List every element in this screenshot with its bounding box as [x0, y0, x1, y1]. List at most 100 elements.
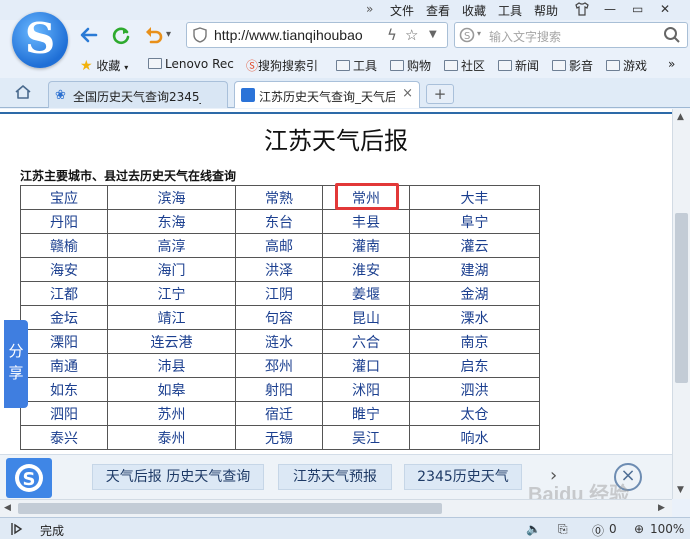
lightning-icon[interactable]: ϟ — [387, 26, 397, 44]
favorite-star-icon[interactable]: ☆ — [405, 26, 418, 44]
menu-view[interactable]: 查看 — [426, 2, 450, 19]
browser-logo-icon[interactable]: S — [12, 12, 68, 68]
horizontal-scrollbar[interactable]: ◀ ▶ — [0, 499, 672, 517]
menu-tools[interactable]: 工具 — [498, 2, 522, 19]
city-link[interactable]: 如东 — [20, 377, 108, 402]
address-bar[interactable]: http://www.tianqihoubao ϟ ☆ ▼ — [186, 22, 448, 48]
city-link[interactable]: 江宁 — [107, 281, 236, 306]
home-icon[interactable] — [14, 83, 32, 101]
city-link[interactable]: 赣榆 — [20, 233, 108, 258]
vertical-scrollbar[interactable]: ▲ ▼ — [672, 109, 690, 499]
city-link[interactable]: 大丰 — [409, 185, 540, 210]
scrollbar-thumb[interactable] — [18, 503, 442, 514]
city-link[interactable]: 常熟 — [235, 185, 323, 210]
city-link[interactable]: 宝应 — [20, 185, 108, 210]
scrollbar-thumb[interactable] — [675, 213, 688, 383]
city-link[interactable]: 金坛 — [20, 305, 108, 330]
city-link[interactable]: 泰州 — [107, 425, 236, 450]
bookmark-lenovo[interactable]: Lenovo Rec — [148, 57, 234, 71]
scroll-up-icon[interactable]: ▲ — [677, 112, 684, 122]
refresh-icon[interactable] — [110, 24, 132, 46]
city-link[interactable]: 丰县 — [322, 209, 410, 234]
city-link[interactable]: 苏州 — [107, 401, 236, 426]
city-link[interactable]: 沛县 — [107, 353, 236, 378]
city-link[interactable]: 吴江 — [322, 425, 410, 450]
url-text[interactable]: http://www.tianqihoubao — [214, 27, 382, 43]
city-link[interactable]: 泗洪 — [409, 377, 540, 402]
city-link[interactable]: 涟水 — [235, 329, 323, 354]
bookmark-favorites[interactable]: ★ 收藏 ▾ — [80, 57, 128, 74]
search-engine-icon[interactable]: S — [459, 27, 477, 43]
city-link[interactable]: 洪泽 — [235, 257, 323, 282]
bookmark-sogou-search[interactable]: Ⓢ搜狗搜索引 — [246, 57, 318, 74]
tab-jiangsu-weather[interactable]: 江苏历史天气查询_天气后 × — [234, 81, 420, 108]
ad-button-jiangsu-forecast[interactable]: 江苏天气预报 — [278, 464, 392, 490]
city-link[interactable]: 海门 — [107, 257, 236, 282]
city-link[interactable]: 溧阳 — [20, 329, 108, 354]
city-link[interactable]: 响水 — [409, 425, 540, 450]
scroll-right-icon[interactable]: ▶ — [658, 503, 665, 513]
bookmark-folder-news[interactable]: 新闻 — [498, 57, 539, 74]
city-link[interactable]: 六合 — [322, 329, 410, 354]
city-link[interactable]: 射阳 — [235, 377, 323, 402]
city-link[interactable]: 邳州 — [235, 353, 323, 378]
menu-file[interactable]: 文件 — [390, 2, 414, 19]
city-link[interactable]: 阜宁 — [409, 209, 540, 234]
city-link[interactable]: 东海 — [107, 209, 236, 234]
city-link[interactable]: 太仓 — [409, 401, 540, 426]
city-link[interactable]: 靖江 — [107, 305, 236, 330]
city-link[interactable]: 泰兴 — [20, 425, 108, 450]
bookmark-folder-media[interactable]: 影音 — [552, 57, 593, 74]
city-link[interactable]: 泗阳 — [20, 401, 108, 426]
new-tab-button[interactable]: + — [426, 84, 454, 104]
ad-block-icon[interactable]: ⓪ — [592, 522, 604, 539]
city-link[interactable]: 姜堰 — [322, 281, 410, 306]
restore-icon[interactable]: ▭ — [632, 2, 643, 16]
volume-icon[interactable]: 🔈 — [526, 522, 541, 536]
city-link[interactable]: 灌南 — [322, 233, 410, 258]
city-link[interactable]: 灌口 — [322, 353, 410, 378]
bookmark-folder-community[interactable]: 社区 — [444, 57, 485, 74]
city-link[interactable]: 淮安 — [322, 257, 410, 282]
city-link[interactable]: 建湖 — [409, 257, 540, 282]
city-link[interactable]: 江阴 — [235, 281, 323, 306]
city-link[interactable]: 沭阳 — [322, 377, 410, 402]
sogou-logo-icon[interactable]: S — [6, 458, 52, 498]
address-dropdown-icon[interactable]: ▼ — [429, 29, 437, 40]
city-link[interactable]: 高邮 — [235, 233, 323, 258]
share-button[interactable]: 分享 — [4, 320, 28, 408]
bookmark-folder-games[interactable]: 游戏 — [606, 57, 647, 74]
sidebar-toggle-icon[interactable] — [10, 522, 24, 536]
search-placeholder[interactable]: 输入文字搜索 — [489, 28, 561, 45]
city-link[interactable]: 金湖 — [409, 281, 540, 306]
city-link[interactable]: 东台 — [235, 209, 323, 234]
city-link[interactable]: 南通 — [20, 353, 108, 378]
download-icon[interactable]: ⎘ — [558, 522, 568, 537]
skin-icon[interactable] — [574, 1, 590, 17]
city-link[interactable]: 宿迁 — [235, 401, 323, 426]
undo-icon[interactable] — [142, 24, 164, 46]
menu-help[interactable]: 帮助 — [534, 2, 558, 19]
city-link[interactable]: 如皋 — [107, 377, 236, 402]
back-arrow-icon[interactable] — [78, 24, 100, 46]
scroll-left-icon[interactable]: ◀ — [4, 503, 11, 513]
city-link[interactable]: 江都 — [20, 281, 108, 306]
city-link[interactable]: 句容 — [235, 305, 323, 330]
city-link[interactable]: 灌云 — [409, 233, 540, 258]
ad-button-history-weather[interactable]: 天气后报 历史天气查询 — [92, 464, 264, 490]
city-link[interactable]: 滨海 — [107, 185, 236, 210]
city-link[interactable]: 昆山 — [322, 305, 410, 330]
search-icon[interactable] — [663, 26, 681, 44]
close-tab-icon[interactable]: × — [402, 86, 413, 101]
zoom-level[interactable]: 100% — [650, 522, 684, 536]
bookmarks-overflow-chevron[interactable]: » — [668, 57, 675, 71]
tab-history-weather-2345[interactable]: ❀ 全国历史天气查询2345_ — [48, 81, 228, 108]
bookmark-folder-shopping[interactable]: 购物 — [390, 57, 431, 74]
menu-overflow-chevron[interactable]: » — [366, 2, 373, 16]
close-window-icon[interactable]: ✕ — [660, 2, 670, 16]
search-engine-dropdown-icon[interactable]: ▾ — [477, 29, 481, 38]
scroll-down-icon[interactable]: ▼ — [677, 485, 684, 495]
city-link[interactable]: 睢宁 — [322, 401, 410, 426]
bookmark-folder-tools[interactable]: 工具 — [336, 57, 377, 74]
menu-favorites[interactable]: 收藏 — [462, 2, 486, 19]
